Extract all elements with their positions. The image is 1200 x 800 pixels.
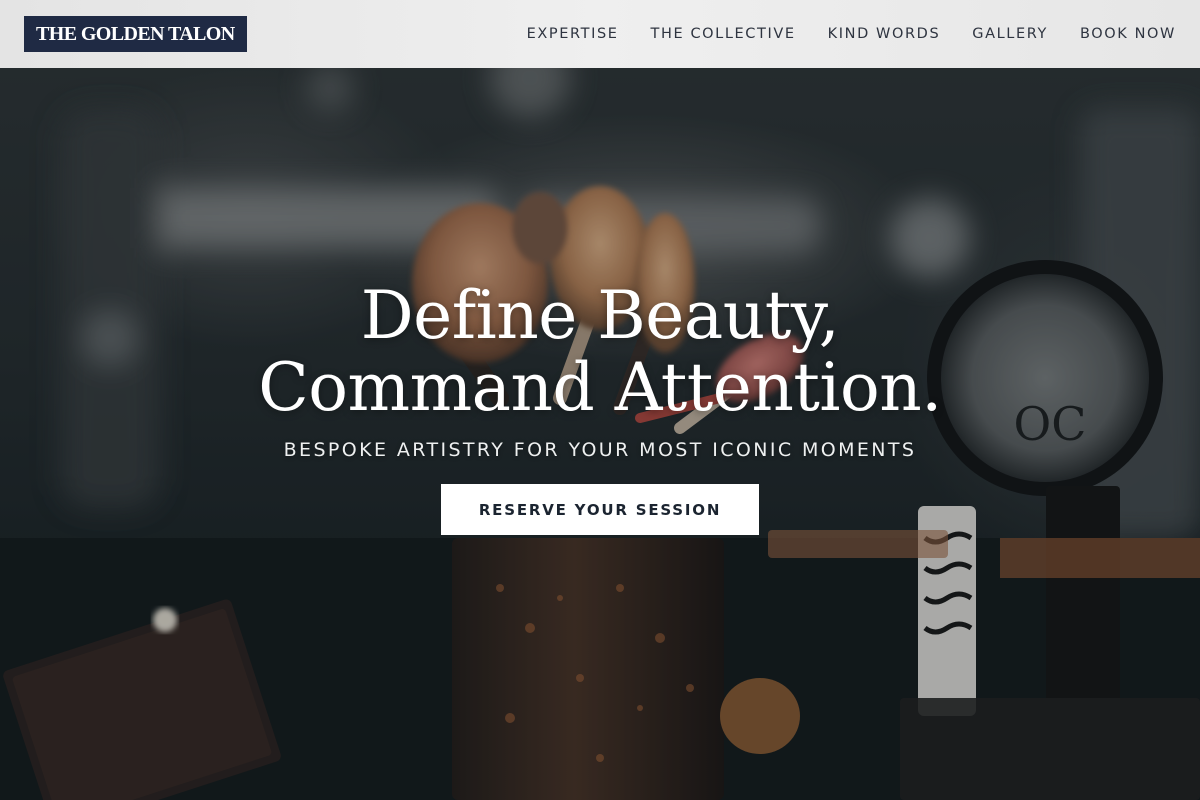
brand-logo[interactable]: THE GOLDEN TALON — [24, 16, 247, 52]
nav-item-book-now[interactable]: BOOK NOW — [1080, 26, 1176, 42]
nav-item-kind-words[interactable]: KIND WORDS — [828, 26, 941, 42]
main-nav: EXPERTISE THE COLLECTIVE KIND WORDS GALL… — [527, 0, 1176, 68]
hero-headline-line-1: Define Beauty, — [360, 277, 840, 354]
nav-item-gallery[interactable]: GALLERY — [972, 26, 1048, 42]
hero-section: Define Beauty, Command Attention. BESPOK… — [0, 68, 1200, 800]
nav-item-the-collective[interactable]: THE COLLECTIVE — [651, 26, 796, 42]
reserve-session-button[interactable]: RESERVE YOUR SESSION — [441, 484, 759, 535]
page: THE GOLDEN TALON EXPERTISE THE COLLECTIV… — [0, 0, 1200, 800]
site-header: THE GOLDEN TALON EXPERTISE THE COLLECTIV… — [0, 0, 1200, 68]
nav-item-expertise[interactable]: EXPERTISE — [527, 26, 619, 42]
hero-headline-line-2: Command Attention. — [258, 349, 942, 426]
hero-subheadline: BESPOKE ARTISTRY FOR YOUR MOST ICONIC MO… — [283, 439, 917, 461]
